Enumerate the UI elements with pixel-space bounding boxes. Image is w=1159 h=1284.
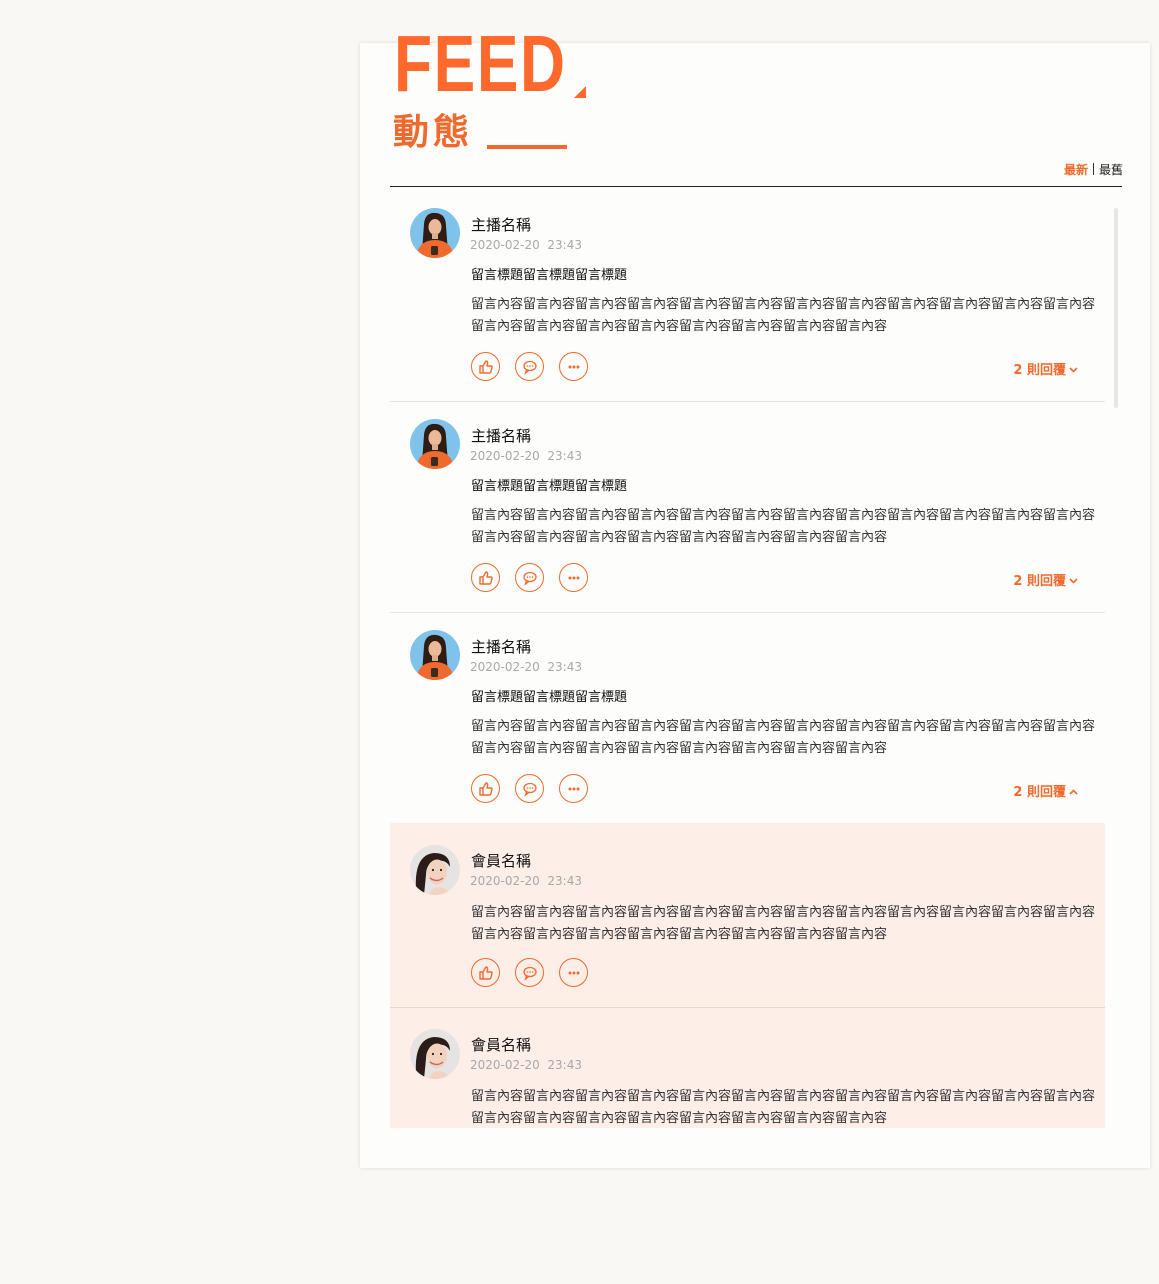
post-date: 2020-02-20	[470, 660, 540, 674]
reply-timestamp: 2020-02-20 23:43	[470, 874, 582, 888]
author-name[interactable]: 主播名稱	[471, 216, 531, 234]
post-actions	[471, 774, 598, 804]
thumbs-up-icon	[479, 782, 493, 796]
post-date: 2020-02-20	[470, 449, 540, 463]
replies-toggle[interactable]: 2 則回覆	[1013, 785, 1078, 801]
reply-item: 會員名稱 2020-02-20 23:43 留言內容留言內容留言內容留言內容留言…	[390, 1008, 1105, 1128]
post-time: 23:43	[547, 238, 582, 252]
post-title: 留言標題留言標題留言標題	[471, 479, 628, 494]
like-button[interactable]	[471, 352, 500, 381]
avatar[interactable]	[410, 1029, 460, 1079]
post-timestamp: 2020-02-20 23:43	[470, 660, 582, 674]
more-button[interactable]	[559, 563, 589, 592]
reply-time: 23:43	[547, 874, 582, 888]
page-title: FEED	[394, 19, 567, 108]
header-divider	[390, 186, 1122, 187]
thumbs-up-icon	[479, 571, 493, 585]
post-item: 主播名稱 2020-02-20 23:43 留言標題留言標題留言標題 留言內容留…	[390, 402, 1105, 613]
post-item: 主播名稱 2020-02-20 23:43 留言標題留言標題留言標題 留言內容留…	[390, 188, 1105, 402]
post-actions	[471, 563, 598, 593]
member-name[interactable]: 會員名稱	[471, 852, 531, 870]
sort-newest-link[interactable]: 最新	[1064, 163, 1088, 177]
ellipsis-icon	[568, 971, 580, 975]
reply-body: 留言內容留言內容留言內容留言內容留言內容留言內容留言內容留言內容留言內容留言內容…	[471, 905, 1096, 942]
sort-toggle: 最新 最舊	[1064, 163, 1123, 178]
comment-button[interactable]	[515, 352, 545, 381]
comment-button[interactable]	[515, 958, 545, 987]
ellipsis-icon	[568, 365, 580, 369]
post-title: 留言標題留言標題留言標題	[471, 268, 628, 283]
chevron-down-icon	[1069, 578, 1078, 584]
speech-bubble-icon	[523, 782, 537, 797]
replies-count: 2 則回覆	[1013, 363, 1066, 378]
thumbs-up-icon	[479, 966, 493, 980]
post-title: 留言標題留言標題留言標題	[471, 690, 628, 705]
reply-actions	[471, 958, 598, 988]
post-body: 留言內容留言內容留言內容留言內容留言內容留言內容留言內容留言內容留言內容留言內容…	[471, 508, 1096, 545]
post-body: 留言內容留言內容留言內容留言內容留言內容留言內容留言內容留言內容留言內容留言內容…	[471, 297, 1096, 334]
reply-body: 留言內容留言內容留言內容留言內容留言內容留言內容留言內容留言內容留言內容留言內容…	[471, 1089, 1096, 1126]
comment-button[interactable]	[515, 563, 545, 592]
post-timestamp: 2020-02-20 23:43	[470, 238, 582, 252]
more-button[interactable]	[559, 352, 589, 381]
thumbs-up-icon	[479, 360, 493, 374]
post-time: 23:43	[547, 660, 582, 674]
like-button[interactable]	[471, 958, 500, 987]
chevron-up-icon	[1069, 789, 1078, 795]
reply-date: 2020-02-20	[470, 874, 540, 888]
member-name[interactable]: 會員名稱	[471, 1036, 531, 1054]
speech-bubble-icon	[523, 360, 537, 375]
reply-item: 會員名稱 2020-02-20 23:43 留言內容留言內容留言內容留言內容留言…	[390, 823, 1105, 1008]
replies-count: 2 則回覆	[1013, 785, 1066, 800]
reply-time: 23:43	[547, 1058, 582, 1072]
post-item: 主播名稱 2020-02-20 23:43 留言標題留言標題留言標題 留言內容留…	[390, 613, 1105, 824]
post-timestamp: 2020-02-20 23:43	[470, 449, 582, 463]
post-actions	[471, 352, 598, 382]
reply-date: 2020-02-20	[470, 1058, 540, 1072]
replies-toggle[interactable]: 2 則回覆	[1013, 363, 1078, 379]
avatar[interactable]	[410, 208, 460, 258]
avatar[interactable]	[410, 419, 460, 469]
title-corner-mark	[574, 86, 586, 98]
sort-oldest-link[interactable]: 最舊	[1099, 163, 1123, 177]
chevron-down-icon	[1069, 367, 1078, 373]
author-name[interactable]: 主播名稱	[471, 427, 531, 445]
ellipsis-icon	[568, 787, 580, 791]
avatar[interactable]	[410, 845, 460, 895]
replies-count: 2 則回覆	[1013, 574, 1066, 589]
post-time: 23:43	[547, 449, 582, 463]
more-button[interactable]	[559, 774, 589, 803]
subtitle-underline	[487, 145, 567, 149]
feed-list: 主播名稱 2020-02-20 23:43 留言標題留言標題留言標題 留言內容留…	[390, 188, 1105, 1128]
speech-bubble-icon	[523, 571, 537, 586]
like-button[interactable]	[471, 563, 500, 592]
speech-bubble-icon	[523, 966, 537, 981]
ellipsis-icon	[568, 576, 580, 580]
post-date: 2020-02-20	[470, 238, 540, 252]
sort-separator	[1092, 163, 1094, 175]
replies-toggle[interactable]: 2 則回覆	[1013, 574, 1078, 590]
scrollbar[interactable]	[1114, 208, 1118, 408]
post-body: 留言內容留言內容留言內容留言內容留言內容留言內容留言內容留言內容留言內容留言內容…	[471, 719, 1096, 756]
avatar[interactable]	[410, 630, 460, 680]
like-button[interactable]	[471, 774, 500, 803]
reply-timestamp: 2020-02-20 23:43	[470, 1058, 582, 1072]
page-subtitle: 動態	[393, 112, 474, 153]
author-name[interactable]: 主播名稱	[471, 638, 531, 656]
comment-button[interactable]	[515, 774, 545, 803]
more-button[interactable]	[559, 958, 589, 987]
